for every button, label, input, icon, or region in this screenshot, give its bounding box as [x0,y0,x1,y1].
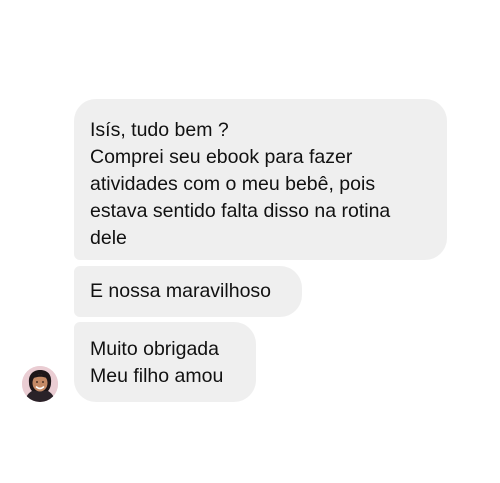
message-1-line-4: estava sentido falta disso na rotina [90,200,391,222]
chat-screen: Isís, tudo bem ? Comprei seu ebook para … [0,0,500,483]
user-avatar-icon [22,366,58,402]
message-1-line-3: atividades com o meu bebê, pois [90,173,376,195]
sender-avatar[interactable] [22,366,58,402]
message-1-line-1: Isís, tudo bem ? [90,119,229,141]
message-2-line-1: E nossa maravilhoso [90,280,272,302]
message-3-line-2: Meu filho amou [90,365,224,387]
message-1-line-5: dele [90,227,127,249]
message-bubble-2[interactable]: E nossa maravilhoso [74,266,302,317]
message-bubble-1[interactable]: Isís, tudo bem ? Comprei seu ebook para … [74,99,447,260]
message-bubble-3[interactable]: Muito obrigada Meu filho amou [74,322,256,402]
message-1-line-2: Comprei seu ebook para fazer [90,146,353,168]
message-3-line-1: Muito obrigada [90,338,219,360]
